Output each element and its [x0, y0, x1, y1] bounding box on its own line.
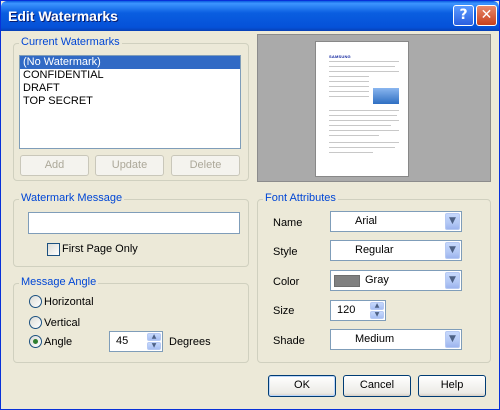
preview-logo: SAMSUNG: [329, 54, 351, 59]
watermark-preview: SAMSUNG: [257, 34, 491, 182]
add-button[interactable]: Add: [20, 155, 89, 176]
font-style-label: Style: [273, 246, 298, 258]
font-name-select[interactable]: Arial ▼: [330, 211, 462, 232]
list-item[interactable]: TOP SECRET: [20, 95, 240, 108]
ok-button[interactable]: OK: [268, 375, 336, 397]
angle-radio[interactable]: [29, 335, 42, 348]
first-page-only-label: First Page Only: [62, 243, 138, 255]
watermark-message-legend: Watermark Message: [19, 192, 125, 204]
degrees-label: Degrees: [169, 336, 211, 348]
font-size-spinbox[interactable]: 120 ▲ ▼: [330, 300, 386, 321]
chevron-down-icon[interactable]: ▼: [445, 331, 460, 348]
watermark-message-input[interactable]: [28, 212, 240, 234]
update-button[interactable]: Update: [95, 155, 164, 176]
color-swatch: [334, 275, 360, 287]
font-size-value: 120: [337, 304, 356, 316]
dialog-title: Edit Watermarks: [8, 8, 118, 24]
vertical-radio[interactable]: [29, 316, 42, 329]
font-size-label: Size: [273, 305, 295, 317]
font-style-select[interactable]: Regular ▼: [330, 240, 462, 261]
spin-up-icon[interactable]: ▲: [370, 302, 384, 310]
watermark-listbox[interactable]: (No Watermark) CONFIDENTIAL DRAFT TOP SE…: [19, 55, 241, 149]
font-name-label: Name: [273, 217, 303, 229]
horizontal-radio[interactable]: [29, 295, 42, 308]
angle-label: Angle: [44, 336, 73, 348]
spin-up-icon[interactable]: ▲: [147, 333, 161, 341]
first-page-only-checkbox[interactable]: [47, 243, 60, 256]
font-color-select[interactable]: Gray ▼: [330, 270, 462, 291]
preview-image: [373, 88, 399, 104]
list-item[interactable]: (No Watermark): [20, 56, 240, 69]
chevron-down-icon[interactable]: ▼: [445, 272, 460, 289]
font-shade-value: Medium: [355, 333, 395, 345]
preview-page: SAMSUNG: [315, 41, 409, 177]
font-color-value: Gray: [365, 274, 389, 286]
list-item[interactable]: DRAFT: [20, 82, 240, 95]
cancel-button[interactable]: Cancel: [343, 375, 411, 397]
message-angle-legend: Message Angle: [19, 276, 99, 288]
help-icon[interactable]: ?: [453, 5, 474, 26]
font-shade-label: Shade: [273, 335, 305, 347]
font-attributes-legend: Font Attributes: [263, 192, 338, 204]
font-color-label: Color: [273, 276, 300, 288]
chevron-down-icon[interactable]: ▼: [445, 242, 460, 259]
angle-spinbox[interactable]: 45 ▲ ▼: [109, 331, 163, 352]
edit-watermarks-dialog: Edit Watermarks ? ✕ Current Watermarks (…: [0, 0, 500, 410]
list-item[interactable]: CONFIDENTIAL: [20, 69, 240, 82]
font-style-value: Regular: [355, 244, 394, 256]
spin-down-icon[interactable]: ▼: [147, 342, 161, 350]
font-name-value: Arial: [355, 215, 378, 227]
title-bar[interactable]: Edit Watermarks ? ✕: [1, 1, 499, 31]
horizontal-label: Horizontal: [44, 296, 94, 308]
spin-down-icon[interactable]: ▼: [370, 311, 384, 319]
current-watermarks-legend: Current Watermarks: [19, 36, 122, 48]
close-icon[interactable]: ✕: [476, 5, 497, 26]
chevron-down-icon[interactable]: ▼: [445, 213, 460, 230]
help-button[interactable]: Help: [418, 375, 486, 397]
angle-value: 45: [116, 335, 129, 347]
vertical-label: Vertical: [44, 317, 81, 329]
font-shade-select[interactable]: Medium ▼: [330, 329, 462, 350]
delete-button[interactable]: Delete: [171, 155, 240, 176]
